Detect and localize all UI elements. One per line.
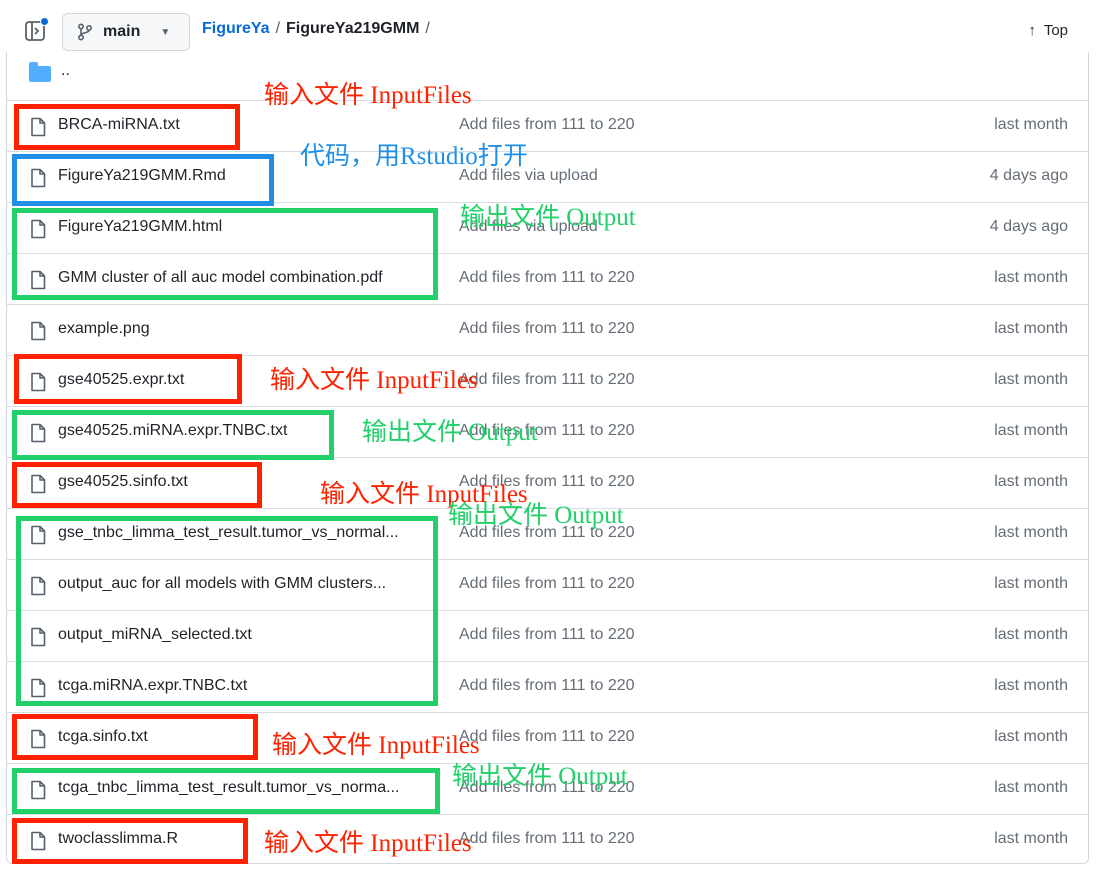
breadcrumb-current-dir: FigureYa219GMM [286, 20, 420, 37]
commit-message-link[interactable]: Add files from 111 to 220 [459, 269, 635, 287]
breadcrumb-trailing-separator: / [425, 20, 430, 37]
output-note: 输出文件 Output [452, 763, 628, 790]
commit-message-link[interactable]: Add files from 111 to 220 [459, 116, 635, 134]
input-files-note: 输入文件 InputFiles [264, 82, 472, 109]
commit-date: last month [994, 473, 1068, 490]
commit-message-link[interactable]: Add files from 111 to 220 [459, 677, 635, 695]
commit-date: last month [994, 677, 1068, 694]
commit-date: last month [994, 575, 1068, 592]
arrow-up-icon: ↑ [1028, 22, 1036, 39]
file-name-link[interactable]: example.png [58, 320, 150, 338]
commit-message-link[interactable]: Add files from 111 to 220 [459, 626, 635, 644]
commit-date: 4 days ago [989, 218, 1068, 235]
output-note: 输出文件 Output [362, 419, 538, 446]
breadcrumb-separator: / [275, 20, 281, 37]
commit-date: last month [994, 728, 1068, 745]
file-icon [29, 321, 47, 341]
output-box-figure [12, 208, 438, 300]
parent-directory-label: .. [61, 62, 70, 79]
code-box-rmd [12, 154, 274, 206]
back-to-top-button[interactable]: ↑ Top [1028, 22, 1068, 39]
input-files-note: 输入文件 InputFiles [264, 830, 472, 857]
notification-dot [40, 17, 49, 26]
breadcrumb-repo-link[interactable]: FigureYa [202, 20, 270, 38]
breadcrumb: FigureYa / FigureYa219GMM / [202, 20, 430, 38]
commit-date: last month [994, 371, 1068, 388]
branch-name: main [103, 23, 141, 40]
commit-message-link[interactable]: Add files from 111 to 220 [459, 320, 635, 338]
commit-date: last month [994, 269, 1068, 286]
folder-icon [29, 62, 51, 82]
output-note: 输出文件 Output [460, 204, 636, 231]
output-box-group [16, 516, 438, 706]
input-box-gse-expr [14, 354, 242, 404]
commit-message-link[interactable]: Add files from 111 to 220 [459, 728, 635, 746]
input-files-note: 输入文件 InputFiles [270, 367, 478, 394]
output-box-gse-mirna [12, 410, 334, 460]
input-box-twoclass [12, 818, 248, 864]
input-box-gse-sinfo [12, 462, 262, 508]
output-box-tcga-limma [12, 768, 440, 814]
commit-date: last month [994, 779, 1068, 796]
output-note: 输出文件 Output [448, 502, 624, 529]
commit-date: last month [994, 830, 1068, 847]
commit-date: last month [994, 626, 1068, 643]
commit-date: last month [994, 422, 1068, 439]
commit-date: last month [994, 116, 1068, 133]
side-panel-toggle-icon[interactable] [24, 17, 49, 42]
input-box-brca [14, 104, 240, 150]
chevron-down-icon: ▼ [160, 26, 171, 38]
commit-date: 4 days ago [989, 167, 1068, 184]
file-row[interactable]: example.png Add files from 111 to 220 last… [7, 304, 1088, 355]
input-files-note: 输入文件 InputFiles [272, 732, 480, 759]
code-open-note: 代码，用Rstudio打开 [300, 143, 528, 170]
branch-selector-button[interactable]: main ▼ [62, 13, 190, 51]
commit-date: last month [994, 524, 1068, 541]
commit-date: last month [994, 320, 1068, 337]
parent-directory-row[interactable]: .. [7, 52, 1088, 100]
input-box-tcga-sinfo [12, 714, 258, 760]
commit-message-link[interactable]: Add files from 111 to 220 [459, 575, 635, 593]
commit-message-link[interactable]: Add files from 111 to 220 [459, 830, 635, 848]
back-to-top-label: Top [1043, 22, 1068, 39]
git-branch-icon [77, 23, 93, 41]
commit-message-link[interactable]: Add files from 111 to 220 [459, 371, 635, 389]
